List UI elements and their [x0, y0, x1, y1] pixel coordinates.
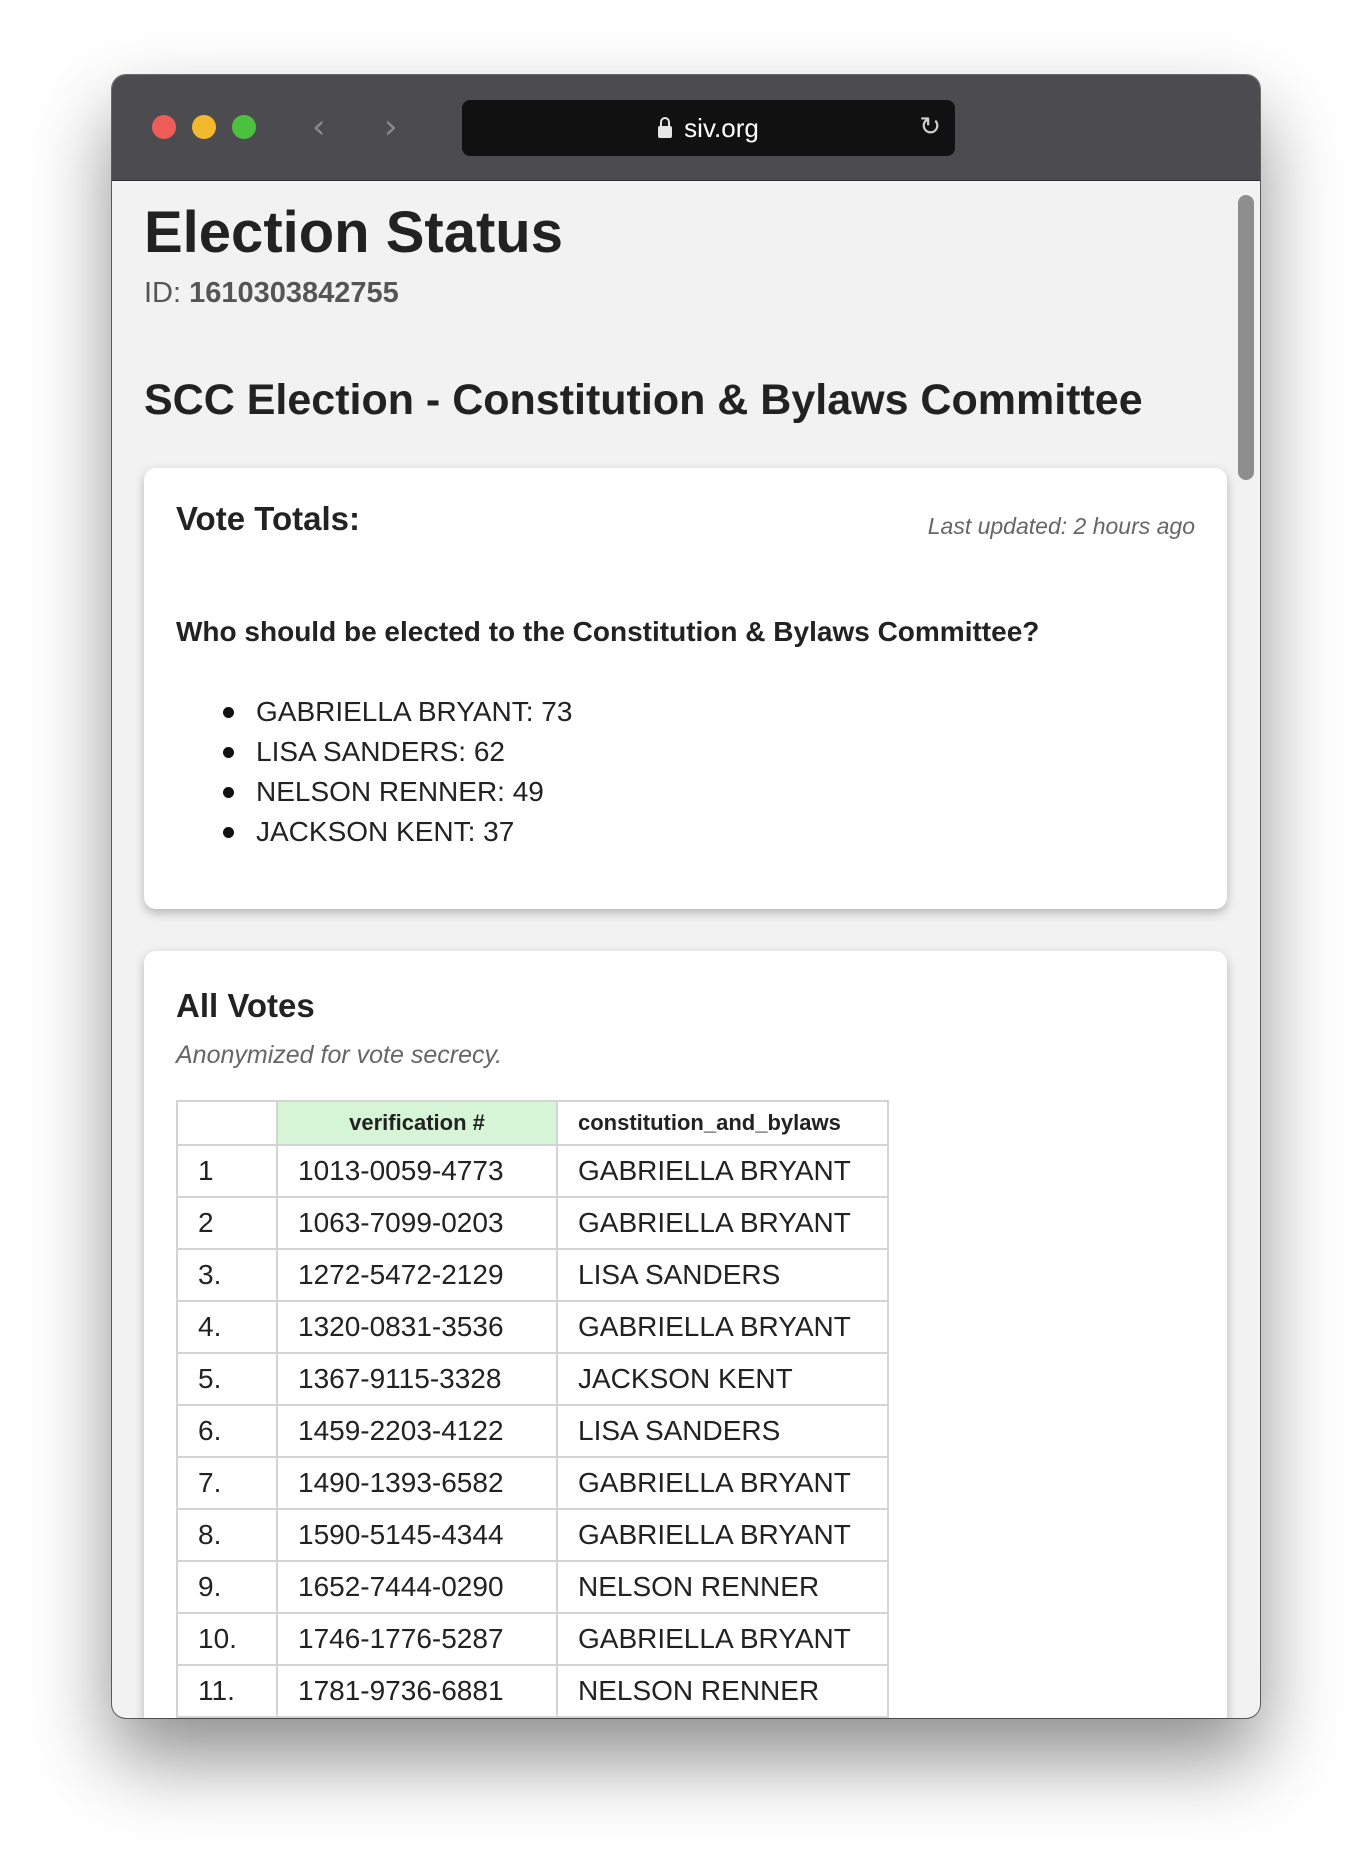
- scrollbar[interactable]: [1238, 195, 1254, 480]
- table-row: 1 1013-0059-4773 GABRIELLA BRYANT: [176, 1144, 889, 1198]
- votes-table: verification # constitution_and_bylaws 1…: [176, 1100, 889, 1718]
- row-index: 1: [176, 1144, 278, 1198]
- election-id: ID: 1610303842755: [144, 277, 399, 310]
- row-choice: GABRIELLA BRYANT: [556, 1144, 889, 1198]
- row-choice: GABRIELLA BRYANT: [556, 1612, 889, 1666]
- row-index: 9.: [176, 1560, 278, 1614]
- table-header-row: verification # constitution_and_bylaws: [176, 1100, 889, 1146]
- result-item: JACKSON KENT: 37: [223, 812, 572, 852]
- row-index: 6.: [176, 1404, 278, 1458]
- all-votes-card: All Votes Anonymized for vote secrecy. v…: [144, 951, 1227, 1718]
- table-row: 11. 1781-9736-6881 NELSON RENNER: [176, 1664, 889, 1718]
- minimize-window-button[interactable]: [192, 115, 216, 139]
- reload-icon[interactable]: ↻: [919, 112, 941, 142]
- row-choice: GABRIELLA BRYANT: [556, 1456, 889, 1510]
- row-verification: 1652-7444-0290: [276, 1560, 558, 1614]
- table-row: 10. 1746-1776-5287 GABRIELLA BRYANT: [176, 1612, 889, 1666]
- page-title: Election Status: [144, 200, 563, 265]
- vote-totals-card: Vote Totals: Last updated: 2 hours ago W…: [144, 468, 1227, 909]
- results-list: GABRIELLA BRYANT: 73 LISA SANDERS: 62 NE…: [223, 692, 572, 852]
- row-verification: 1367-9115-3328: [276, 1352, 558, 1406]
- row-choice: NELSON RENNER: [556, 1664, 889, 1718]
- vote-totals-title: Vote Totals:: [176, 500, 360, 537]
- table-row: 7. 1490-1393-6582 GABRIELLA BRYANT: [176, 1456, 889, 1510]
- row-index: 2: [176, 1196, 278, 1250]
- result-item: GABRIELLA BRYANT: 73: [223, 692, 572, 732]
- row-choice: GABRIELLA BRYANT: [556, 1508, 889, 1562]
- row-choice: LISA SANDERS: [556, 1404, 889, 1458]
- lock-icon: [658, 117, 673, 138]
- row-index: 10.: [176, 1612, 278, 1666]
- column-header-verification[interactable]: verification #: [276, 1100, 558, 1146]
- ballot-question: Who should be elected to the Constitutio…: [176, 616, 1040, 647]
- table-row: 4. 1320-0831-3536 GABRIELLA BRYANT: [176, 1300, 889, 1354]
- row-choice: JACKSON KENT: [556, 1352, 889, 1406]
- row-verification: 1746-1776-5287: [276, 1612, 558, 1666]
- last-updated: Last updated: 2 hours ago: [927, 513, 1195, 539]
- all-votes-subtitle: Anonymized for vote secrecy.: [176, 1041, 503, 1069]
- row-index: 11.: [176, 1664, 278, 1718]
- close-window-button[interactable]: [152, 115, 176, 139]
- column-header-index: [176, 1100, 278, 1146]
- row-index: 8.: [176, 1508, 278, 1562]
- row-choice: NELSON RENNER: [556, 1560, 889, 1614]
- result-item: NELSON RENNER: 49: [223, 772, 572, 812]
- back-arrow-icon[interactable]: ‹: [312, 107, 326, 147]
- row-verification: 1272-5472-2129: [276, 1248, 558, 1302]
- row-verification: 1781-9736-6881: [276, 1664, 558, 1718]
- row-verification: 1490-1393-6582: [276, 1456, 558, 1510]
- row-index: 3.: [176, 1248, 278, 1302]
- browser-window: ‹ › siv.org ↻ Election Status ID: 161030…: [112, 75, 1260, 1718]
- table-row: 3. 1272-5472-2129 LISA SANDERS: [176, 1248, 889, 1302]
- browser-toolbar: ‹ › siv.org ↻: [112, 75, 1260, 181]
- column-header-choice[interactable]: constitution_and_bylaws: [556, 1100, 889, 1146]
- election-id-label: ID:: [144, 277, 182, 309]
- row-index: 4.: [176, 1300, 278, 1354]
- row-verification: 1590-5145-4344: [276, 1508, 558, 1562]
- table-row: 5. 1367-9115-3328 JACKSON KENT: [176, 1352, 889, 1406]
- row-choice: GABRIELLA BRYANT: [556, 1196, 889, 1250]
- row-verification: 1063-7099-0203: [276, 1196, 558, 1250]
- url-text: siv.org: [684, 112, 759, 143]
- table-row: 6. 1459-2203-4122 LISA SANDERS: [176, 1404, 889, 1458]
- row-verification: 1013-0059-4773: [276, 1144, 558, 1198]
- row-index: 5.: [176, 1352, 278, 1406]
- row-verification: 1320-0831-3536: [276, 1300, 558, 1354]
- row-index: 7.: [176, 1456, 278, 1510]
- table-row: 2 1063-7099-0203 GABRIELLA BRYANT: [176, 1196, 889, 1250]
- election-name: SCC Election - Constitution & Bylaws Com…: [144, 376, 1143, 424]
- forward-arrow-icon[interactable]: ›: [384, 107, 398, 147]
- election-id-value: 1610303842755: [189, 277, 399, 309]
- result-item: LISA SANDERS: 62: [223, 732, 572, 772]
- maximize-window-button[interactable]: [232, 115, 256, 139]
- table-row: 8. 1590-5145-4344 GABRIELLA BRYANT: [176, 1508, 889, 1562]
- row-choice: GABRIELLA BRYANT: [556, 1300, 889, 1354]
- address-bar[interactable]: siv.org ↻: [462, 100, 955, 156]
- table-row: 9. 1652-7444-0290 NELSON RENNER: [176, 1560, 889, 1614]
- row-verification: 1459-2203-4122: [276, 1404, 558, 1458]
- all-votes-title: All Votes: [176, 987, 315, 1024]
- page-content: Election Status ID: 1610303842755 SCC El…: [112, 181, 1260, 1718]
- row-choice: LISA SANDERS: [556, 1248, 889, 1302]
